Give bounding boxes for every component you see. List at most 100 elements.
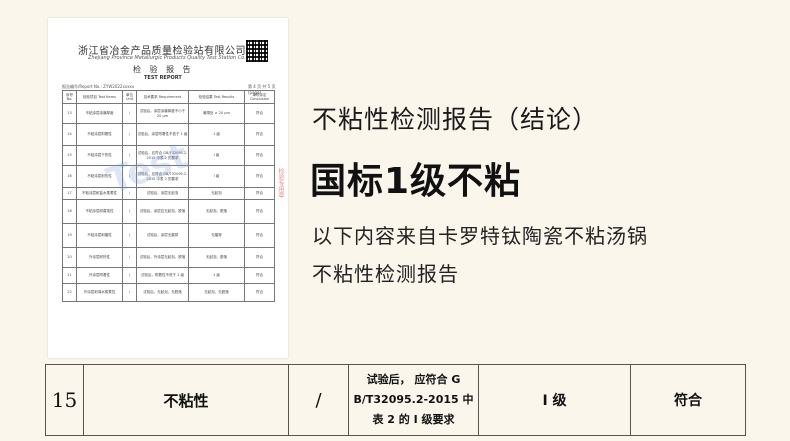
report-table-cell: 符合 — [244, 267, 275, 284]
result-no: 15 — [45, 364, 84, 436]
report-table-cell: 1 级 — [188, 267, 245, 284]
report-table-cell: 无起泡、脱落 — [188, 247, 245, 268]
report-table-cell: 22 — [62, 283, 77, 302]
report-table-cell: / — [122, 165, 137, 188]
report-title: 检 验 报 告 — [133, 65, 194, 74]
report-table-row: 15 不粘涂层干热性 / 试验后，应符合 GB/T32095.2-2015 中表 2 … — [62, 145, 275, 166]
report-table-cell: 1 级 — [188, 123, 245, 146]
report-table-cell: / — [122, 145, 137, 166]
report-table-row: 14 不粘涂层附着性 / 试验后，涂层附着性不低于 1 级1 级符合 — [62, 123, 275, 146]
org-name-en: Zhejiang Province Metallurgic Products Q… — [88, 55, 256, 61]
qr-code-icon — [246, 40, 268, 62]
report-table-cell: 符合 — [244, 247, 275, 268]
report-table-cell: 不粘涂层耐热性 — [76, 165, 123, 188]
subtitle-line-1: 以下内容来自卡罗特钛陶瓷不粘汤锅 — [312, 224, 648, 248]
report-table-row: 18 不粘涂层耐腐蚀性 / 试验后，涂层应无起泡、脱落 无起泡、脱落 符合 — [62, 199, 275, 224]
report-table: 序号 No. 检验项目 Test Items 单位 Unit 技术要求 Require… — [62, 90, 275, 302]
report-table-cell: 外涂层耐沸水蒸煮性 — [76, 283, 123, 302]
report-table-cell: 不粘涂层耐磨性 — [76, 223, 123, 248]
report-table-cell: 试验后，涂层附着性不低于 1 级 — [136, 123, 189, 146]
report-table-cell: 18 — [62, 199, 77, 224]
report-table-cell: / — [122, 267, 137, 284]
report-table-cell: / — [122, 187, 137, 200]
test-report-image: 浙江省冶金产品质量检验站有限公司 Zhejiang Province Metal… — [48, 18, 288, 358]
report-table-cell: 13 — [62, 103, 77, 124]
report-table-cell: 最薄处 ≥ 20 μm — [188, 103, 245, 124]
report-table-cell: 外涂层耐热性 — [76, 247, 123, 268]
report-table-cell: 15 — [62, 145, 77, 166]
report-table-cell: 14 — [62, 123, 77, 146]
report-table-cell: 符合 — [244, 187, 275, 200]
report-table-cell: 无起泡、无脱落 — [188, 283, 245, 302]
report-header-cell: 单位 Unit — [122, 90, 137, 104]
report-table-cell: 无起泡、脱落 — [188, 199, 245, 224]
report-header-cell: 技术要求 Requirement — [136, 90, 189, 104]
report-header-cell: 单项评定 Conclusion — [244, 90, 275, 104]
report-table-cell: 不粘涂层干热性 — [76, 145, 123, 166]
report-table-cell: / — [122, 199, 137, 224]
report-table-cell: 16 — [62, 165, 77, 188]
result-unit: / — [288, 364, 349, 436]
report-table-cell: 试验后，无起泡、无脱落 — [136, 283, 189, 302]
report-table-cell: 试验后，涂层无起泡 — [136, 187, 189, 200]
report-table-cell: 17 — [62, 187, 77, 200]
report-table-cell: 试验后，附着性不低于 1 级 — [136, 267, 189, 284]
report-table-cell: 21 — [62, 267, 77, 284]
result-row: 15 不粘性 / 试验后， 应符合 G B/T32095.2-2015 中 表 … — [45, 364, 746, 436]
report-table-row: 13 不粘涂层涂膜厚度 / 试验后，涂层涂膜厚度不小于 20 μm 最薄处 ≥ 20 μ… — [62, 103, 275, 124]
result-row-table: 15 不粘性 / 试验后， 应符合 G B/T32095.2-2015 中 表 … — [45, 364, 746, 436]
report-table-body: 13 不粘涂层涂膜厚度 / 试验后，涂层涂膜厚度不小于 20 μm 最薄处 ≥ 20 μ… — [62, 103, 275, 302]
report-table-cell: 20 — [62, 247, 77, 268]
report-table-row: 20 外涂层耐热性 / 试验后，外涂层无起泡、脱落 无起泡、脱落 符合 — [62, 247, 275, 268]
report-table-row: 17 不粘涂层耐盐水蒸煮性 / 试验后，涂层无起泡 无起泡 符合 — [62, 187, 275, 200]
subtitle-line-2: 不粘性检测报告 — [312, 262, 459, 286]
report-table-cell: 外涂层附着性 — [76, 267, 123, 284]
report-table-row: 21 外涂层附着性 / 试验后，附着性不低于 1 级1 级符合 — [62, 267, 275, 284]
report-header-cell: 检验项目 Test Items — [76, 90, 123, 104]
report-header-cell: 序号 No. — [62, 90, 77, 104]
red-stamp: 检验专用章 — [277, 168, 284, 198]
report-table-cell: 符合 — [244, 145, 275, 166]
report-table-cell: / — [122, 123, 137, 146]
result-requirement: 试验后， 应符合 G B/T32095.2-2015 中 表 2 的 I 级要求 — [348, 364, 479, 436]
report-table-cell: 试验后，外涂层无起泡、脱落 — [136, 247, 189, 268]
report-table-cell: 不粘涂层耐腐蚀性 — [76, 199, 123, 224]
report-header-cell: 检验结果 Test Results — [188, 90, 245, 104]
report-table-row: 22 外涂层耐沸水蒸煮性 / 试验后，无起泡、无脱落 无起泡、无脱落 符合 — [62, 283, 275, 302]
report-table-cell: 试验后，涂层涂膜厚度不小于 20 μm — [136, 103, 189, 124]
big-title: 国标1级不粘 — [310, 161, 522, 202]
result-value: I 级 — [478, 364, 631, 436]
requirement-line-1: 试验后， 应符合 G — [366, 373, 461, 386]
report-table-cell: I 级 — [188, 165, 245, 188]
report-table-cell: / — [122, 247, 137, 268]
report-table-cell: 符合 — [244, 283, 275, 302]
requirement-line-2: B/T32095.2-2015 中 — [353, 393, 474, 406]
result-item: 不粘性 — [83, 364, 289, 436]
report-table-cell: 试验后，涂层应无起泡、脱落 — [136, 199, 189, 224]
headline: 不粘性检测报告（结论） — [312, 105, 599, 134]
report-table-cell: 试验后，应符合 GB/T32095.2-2015 中表 2 的要求 — [136, 145, 189, 166]
report-table-cell: 无磨穿 — [188, 223, 245, 248]
report-table-cell: 不粘涂层附着性 — [76, 123, 123, 146]
report-table-cell: 符合 — [244, 123, 275, 146]
report-table-cell: 试验后，应符合 GB/T32095.2-2015 中表 2 的要求 — [136, 165, 189, 188]
report-table-row: 16 不粘涂层耐热性 / 试验后，应符合 GB/T32095.2-2015 中表 2 … — [62, 165, 275, 188]
report-table-cell: 不粘涂层涂膜厚度 — [76, 103, 123, 124]
report-table-row: 19 不粘涂层耐磨性 / 试验后，涂层无磨穿 无磨穿 符合 — [62, 223, 275, 248]
report-table-header: 序号 No. 检验项目 Test Items 单位 Unit 技术要求 Require… — [62, 90, 275, 104]
report-table-cell: / — [122, 283, 137, 302]
result-conclusion: 符合 — [630, 364, 746, 436]
report-table-cell: / — [122, 223, 137, 248]
report-table-cell: 符合 — [244, 165, 275, 188]
report-table-cell: 符合 — [244, 103, 275, 124]
report-table-cell: 不粘涂层耐盐水蒸煮性 — [76, 187, 123, 200]
report-table-cell: 符合 — [244, 223, 275, 248]
report-table-cell: 符合 — [244, 199, 275, 224]
report-table-cell: 无起泡 — [188, 187, 245, 200]
report-table-cell: 19 — [62, 223, 77, 248]
report-table-cell: / — [122, 103, 137, 124]
report-table-cell: 试验后，涂层无磨穿 — [136, 223, 189, 248]
report-title-en: TEST REPORT — [144, 75, 182, 81]
requirement-line-3: 表 2 的 I 级要求 — [372, 413, 455, 426]
report-table-cell: I 级 — [188, 145, 245, 166]
